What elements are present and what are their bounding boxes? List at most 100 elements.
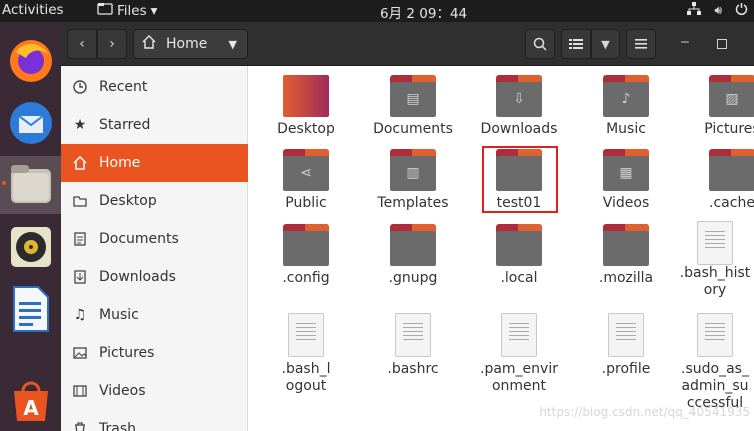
video-icon bbox=[61, 385, 99, 397]
file-item-desktop[interactable]: Desktop bbox=[253, 75, 359, 138]
sidebar-item-label: Documents bbox=[99, 231, 179, 247]
system-tray[interactable]: 🔊︎ bbox=[687, 2, 748, 18]
search-icon bbox=[533, 37, 547, 51]
file-label: Documents bbox=[373, 121, 453, 137]
sidebar-item-desktop[interactable]: Desktop bbox=[61, 182, 248, 220]
file-item-bash-history[interactable]: .bash_history bbox=[679, 221, 751, 299]
file-label: .profile bbox=[601, 361, 651, 377]
text-file-icon bbox=[395, 313, 431, 357]
videos-folder-icon: ▦ bbox=[603, 149, 649, 191]
file-item-music[interactable]: ♪ Music bbox=[573, 75, 679, 138]
file-item-templates[interactable]: ▥ Templates bbox=[360, 149, 466, 212]
chevron-down-icon: ▾ bbox=[150, 2, 158, 19]
top-bar: Activities Files ▾ 6月 2 09：44 🔊︎ bbox=[0, 0, 754, 22]
file-item-bash-logout[interactable]: .bash_logout bbox=[253, 313, 359, 395]
dock-item-thunderbird[interactable] bbox=[0, 94, 61, 152]
home-icon bbox=[142, 35, 156, 53]
music-icon: ♫ bbox=[73, 307, 87, 323]
dock-item-ubuntu-software[interactable]: A bbox=[0, 372, 61, 430]
maximize-button[interactable] bbox=[717, 39, 727, 49]
sidebar-item-home[interactable]: Home bbox=[61, 144, 248, 182]
view-list-button[interactable] bbox=[561, 29, 591, 59]
app-menu-label: Files bbox=[117, 2, 147, 19]
sidebar-item-documents[interactable]: Documents bbox=[61, 220, 248, 258]
files-app-icon bbox=[97, 2, 113, 19]
chevron-left-icon: ‹ bbox=[79, 36, 85, 52]
documents-folder-icon: ▤ bbox=[390, 75, 436, 117]
file-item-gnupg[interactable]: .gnupg bbox=[360, 224, 466, 287]
file-label: .config bbox=[282, 270, 330, 286]
minimize-button[interactable]: ‒ bbox=[675, 34, 695, 54]
sidebar-item-trash[interactable]: Trash bbox=[61, 410, 248, 431]
file-item-sudo-as-admin-successful[interactable]: .sudo_as_admin_successful bbox=[679, 313, 751, 412]
libreoffice-writer-icon bbox=[12, 286, 49, 332]
picture-icon bbox=[61, 347, 99, 359]
file-label: Templates bbox=[377, 195, 449, 211]
dock-item-rhythmbox[interactable] bbox=[0, 218, 61, 276]
file-item-documents[interactable]: ▤ Documents bbox=[360, 75, 466, 138]
back-button[interactable]: ‹ bbox=[67, 29, 97, 59]
file-item-pam-environment[interactable]: .pam_environment bbox=[466, 313, 572, 395]
folder-icon bbox=[603, 224, 649, 266]
sidebar: Recent ★ Starred Home Desktop Documents … bbox=[61, 66, 248, 431]
text-file-icon bbox=[697, 221, 733, 265]
view-options-button[interactable]: ▼ bbox=[591, 29, 620, 59]
file-item-profile[interactable]: .profile bbox=[573, 313, 679, 378]
menu-button[interactable] bbox=[626, 29, 656, 59]
file-item-local[interactable]: .local bbox=[466, 224, 572, 287]
forward-button[interactable]: › bbox=[97, 29, 127, 59]
thunderbird-icon bbox=[9, 102, 52, 144]
sidebar-item-videos[interactable]: Videos bbox=[61, 372, 248, 410]
file-item-downloads[interactable]: ⇩ Downloads bbox=[466, 75, 572, 138]
folder-icon bbox=[390, 224, 436, 266]
text-file-icon bbox=[608, 313, 644, 357]
clock[interactable]: 6月 2 09：44 bbox=[380, 2, 467, 22]
sidebar-item-recent[interactable]: Recent bbox=[61, 68, 248, 106]
header-bar: ‹ › Home ▼ ▼ ‒ bbox=[61, 22, 754, 66]
download-icon bbox=[61, 270, 99, 284]
sidebar-item-label: Recent bbox=[99, 79, 148, 95]
file-label: Desktop bbox=[277, 121, 335, 137]
path-bar-label: Home bbox=[166, 36, 208, 52]
file-item-pictures[interactable]: ▨ Pictures bbox=[679, 75, 754, 138]
desktop-folder-icon bbox=[283, 75, 329, 117]
file-label: .mozilla bbox=[598, 270, 654, 286]
clock-icon bbox=[61, 80, 99, 94]
rhythmbox-icon bbox=[10, 227, 51, 267]
sidebar-item-starred[interactable]: ★ Starred bbox=[61, 106, 248, 144]
path-bar-home[interactable]: Home ▼ bbox=[133, 29, 248, 59]
file-item-config[interactable]: .config bbox=[253, 224, 359, 287]
sidebar-item-label: Downloads bbox=[99, 269, 176, 285]
folder-icon bbox=[61, 195, 99, 207]
star-icon: ★ bbox=[73, 117, 87, 133]
file-item-videos[interactable]: ▦ Videos bbox=[573, 149, 679, 212]
file-label: .bashrc bbox=[387, 361, 439, 377]
dock-item-writer[interactable] bbox=[0, 280, 61, 338]
firefox-icon bbox=[9, 40, 52, 82]
text-file-icon bbox=[288, 313, 324, 357]
templates-folder-icon: ▥ bbox=[390, 149, 436, 191]
chevron-right-icon: › bbox=[109, 36, 115, 52]
watermark: https://blog.csdn.net/qq_40541935 bbox=[539, 405, 750, 419]
sidebar-item-downloads[interactable]: Downloads bbox=[61, 258, 248, 296]
sidebar-item-pictures[interactable]: Pictures bbox=[61, 334, 248, 372]
file-item-mozilla[interactable]: .mozilla bbox=[573, 224, 679, 287]
file-label: .local bbox=[500, 270, 538, 286]
dock: A bbox=[0, 22, 61, 431]
sidebar-item-music[interactable]: ♫ Music bbox=[61, 296, 248, 334]
file-label: Music bbox=[606, 121, 646, 137]
list-view-icon bbox=[569, 39, 583, 49]
app-menu[interactable]: Files ▾ bbox=[97, 2, 157, 19]
sidebar-item-label: Pictures bbox=[99, 345, 155, 361]
file-item-public[interactable]: ⋖ Public bbox=[253, 149, 359, 212]
file-item-bashrc[interactable]: .bashrc bbox=[360, 313, 466, 378]
dock-item-files[interactable] bbox=[0, 156, 61, 214]
file-item-cache[interactable]: .cache bbox=[679, 149, 754, 212]
search-button[interactable] bbox=[525, 29, 555, 59]
home-icon bbox=[61, 156, 99, 170]
activities-button[interactable]: Activities bbox=[2, 2, 64, 18]
dock-item-firefox[interactable] bbox=[0, 32, 61, 90]
minimize-icon: ‒ bbox=[680, 34, 690, 50]
volume-icon: 🔊︎ bbox=[714, 2, 722, 17]
file-label: Pictures bbox=[704, 121, 754, 137]
